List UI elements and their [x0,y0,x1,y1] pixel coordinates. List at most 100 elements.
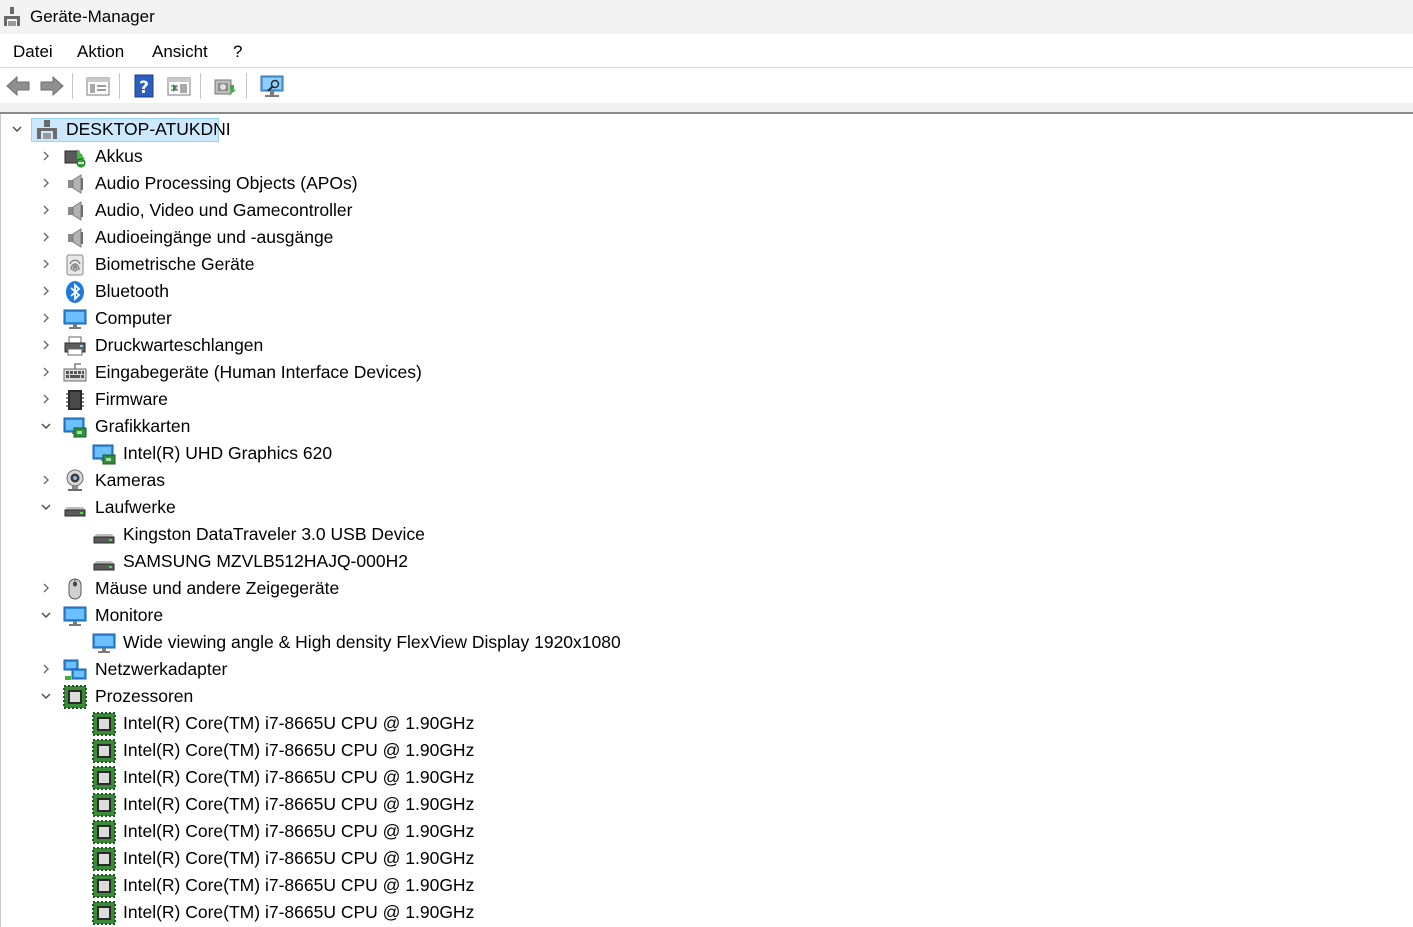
tree-category[interactable]: Monitore [1,602,1401,629]
forward-icon[interactable] [38,72,66,100]
tree-category[interactable]: Netzwerkadapter [1,656,1401,683]
tree-category[interactable]: Eingabegeräte (Human Interface Devices) [1,359,1401,386]
chevron-down-icon[interactable] [40,501,52,513]
update-driver-icon[interactable] [211,72,239,100]
monitor-icon [63,604,87,628]
tree-category[interactable]: Bluetooth [1,278,1401,305]
tree-category[interactable]: Biometrische Geräte [1,251,1401,278]
properties-view-icon[interactable] [84,72,112,100]
tree-device[interactable]: Intel(R) Core(TM) i7-8665U CPU @ 1.90GHz [1,764,1401,791]
tree-node-label: Intel(R) Core(TM) i7-8665U CPU @ 1.90GHz [123,848,475,868]
tree-device[interactable]: Intel(R) Core(TM) i7-8665U CPU @ 1.90GHz [1,737,1401,764]
tree-device[interactable]: SAMSUNG MZVLB512HAJQ-000H2 [1,548,1401,575]
tree-device[interactable]: Intel(R) Core(TM) i7-8665U CPU @ 1.90GHz [1,872,1401,899]
chevron-down-icon[interactable] [40,690,52,702]
tree-category[interactable]: Audio Processing Objects (APOs) [1,170,1401,197]
tree-device[interactable]: Intel(R) Core(TM) i7-8665U CPU @ 1.90GHz [1,791,1401,818]
chevron-right-icon[interactable] [40,312,52,324]
monitor-icon [63,307,87,331]
tree-category[interactable]: Laufwerke [1,494,1401,521]
chevron-down-icon[interactable] [40,609,52,621]
fingerprint-icon [63,253,87,277]
tree-category[interactable]: Computer [1,305,1401,332]
tree-device[interactable]: Intel(R) Core(TM) i7-8665U CPU @ 1.90GHz [1,899,1401,926]
tree-device[interactable]: Intel(R) Core(TM) i7-8665U CPU @ 1.90GHz [1,818,1401,845]
speaker-icon [63,172,87,196]
chevron-right-icon[interactable] [40,366,52,378]
tree-device[interactable]: Intel(R) UHD Graphics 620 [1,440,1401,467]
tree-node-label: Audio Processing Objects (APOs) [95,173,358,193]
toolbar: ? [0,68,1413,103]
tree-node-label: Intel(R) Core(TM) i7-8665U CPU @ 1.90GHz [123,713,475,733]
chevron-down-icon[interactable] [11,123,23,135]
tree-node-label: Akkus [95,146,143,166]
toolbar-separator [246,73,247,99]
window-title: Geräte-Manager [30,7,155,26]
chevron-right-icon[interactable] [40,231,52,243]
keyboard-icon [63,361,87,385]
tree-category[interactable]: Kameras [1,467,1401,494]
tree-node-label: Monitore [95,605,164,625]
tree-node-label: Prozessoren [95,686,194,706]
tree-category[interactable]: Akkus [1,143,1401,170]
tree-node-label: Netzwerkadapter [95,659,228,679]
chevron-right-icon[interactable] [40,177,52,189]
chevron-right-icon[interactable] [40,285,52,297]
tree-node-label: SAMSUNG MZVLB512HAJQ-000H2 [123,551,408,571]
processor-icon [92,820,116,844]
tree-category[interactable]: Firmware [1,386,1401,413]
tree-node-label: Druckwarteschlangen [95,335,264,355]
chevron-right-icon[interactable] [40,393,52,405]
tree-node-label: Grafikkarten [95,416,191,436]
printer-icon [63,334,87,358]
tree-category[interactable]: Mäuse und andere Zeigegeräte [1,575,1401,602]
camera-icon [63,469,87,493]
monitor-icon [92,631,116,655]
tree-category[interactable]: Audioeingänge und -ausgänge [1,224,1401,251]
menu-ansicht[interactable]: Ansicht [152,42,208,62]
computer-network-icon [35,118,59,142]
chevron-right-icon[interactable] [40,258,52,270]
tree-node-label: Intel(R) Core(TM) i7-8665U CPU @ 1.90GHz [123,902,475,922]
drive-icon [92,550,116,574]
chevron-down-icon[interactable] [40,420,52,432]
tree-device[interactable]: Intel(R) Core(TM) i7-8665U CPU @ 1.90GHz [1,710,1401,737]
chevron-right-icon[interactable] [40,582,52,594]
device-manager-icon [2,6,22,28]
processor-icon [92,712,116,736]
chevron-right-icon[interactable] [40,663,52,675]
tree-root[interactable]: DESKTOP-ATUKDNI [1,116,1401,143]
back-icon[interactable] [4,72,32,100]
tree-node-label: Wide viewing angle & High density FlexVi… [123,632,621,652]
tree-node-label: Bluetooth [95,281,169,301]
tree-node-label: Intel(R) Core(TM) i7-8665U CPU @ 1.90GHz [123,794,475,814]
tree-node-label: Audio, Video und Gamecontroller [95,200,353,220]
chevron-right-icon[interactable] [40,474,52,486]
chevron-right-icon[interactable] [40,150,52,162]
menu-aktion[interactable]: Aktion [77,42,124,62]
tree-device[interactable]: Intel(R) Core(TM) i7-8665U CPU @ 1.90GHz [1,845,1401,872]
tree-category[interactable]: Druckwarteschlangen [1,332,1401,359]
processor-icon [92,901,116,925]
tree-node-label: Eingabegeräte (Human Interface Devices) [95,362,422,382]
menu-help[interactable]: ? [233,42,242,62]
drive-icon [92,523,116,547]
processor-icon [92,766,116,790]
chevron-right-icon[interactable] [40,339,52,351]
tree-category[interactable]: Prozessoren [1,683,1401,710]
help-icon[interactable]: ? [130,72,158,100]
tree-category[interactable]: Audio, Video und Gamecontroller [1,197,1401,224]
processor-icon [92,874,116,898]
show-hidden-icon[interactable] [165,72,193,100]
menu-datei[interactable]: Datei [13,42,53,62]
tree-category[interactable]: Grafikkarten [1,413,1401,440]
tree-node-label: Mäuse und andere Zeigegeräte [95,578,340,598]
display-adapter-icon [92,442,116,466]
processor-icon [92,847,116,871]
tree-device[interactable]: Kingston DataTraveler 3.0 USB Device [1,521,1401,548]
chevron-right-icon[interactable] [40,204,52,216]
tree-device[interactable]: Wide viewing angle & High density FlexVi… [1,629,1401,656]
scan-hardware-icon[interactable] [258,72,286,100]
tree-node-label: Intel(R) Core(TM) i7-8665U CPU @ 1.90GHz [123,767,475,787]
tree-node-label: Kameras [95,470,166,490]
